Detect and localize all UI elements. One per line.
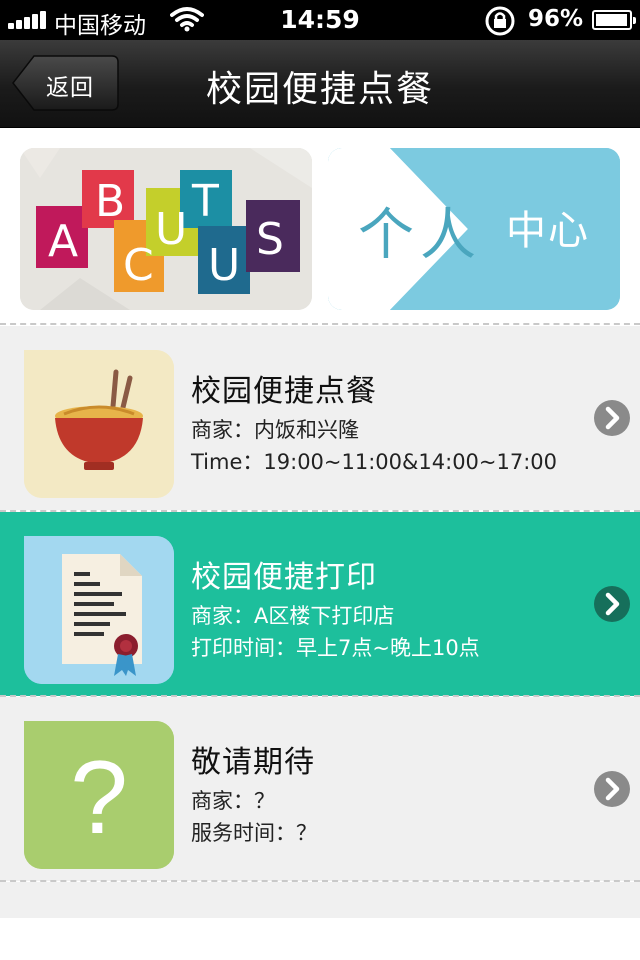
svg-text:S: S (256, 214, 284, 265)
item-title: 校园便捷点餐 (191, 374, 377, 409)
item-hours: Time：19:00~11:00&14:00~17:00 (191, 450, 558, 474)
item-merchant: 商家：内饭和兴隆 (191, 418, 359, 442)
divider (0, 323, 640, 325)
battery-percent: 96% (528, 6, 584, 32)
svg-text:U: U (155, 204, 187, 255)
svg-text:U: U (208, 240, 240, 291)
chevron-right-icon[interactable] (594, 586, 630, 622)
battery-icon (592, 10, 636, 30)
item-title: 校园便捷打印 (191, 560, 377, 595)
list-item-food-order[interactable]: 校园便捷点餐 商家：内饭和兴隆 Time：19:00~11:00&14:00~1… (0, 326, 640, 510)
personal-center-tile[interactable]: 个人 中心 (328, 148, 620, 310)
rotation-lock-icon (484, 5, 516, 37)
item-merchant: 商家：A区楼下打印店 (191, 604, 395, 628)
banner: A B C U T U S 个人 中心 (0, 128, 640, 324)
chevron-right-icon[interactable] (594, 400, 630, 436)
item-title: 敬请期待 (191, 745, 315, 780)
item-hours: 打印时间：早上7点~晚上10点 (191, 636, 480, 660)
chevron-right-icon[interactable] (594, 771, 630, 807)
navigation-bar: 返回 校园便捷点餐 (0, 40, 640, 128)
list-item-coming-soon[interactable]: ? 敬请期待 商家：？ 服务时间：？ (0, 697, 640, 881)
svg-text:T: T (191, 176, 219, 227)
abcutus-logo: A B C U T U S (20, 148, 312, 310)
personal-center-big-text: 个人 (358, 203, 482, 268)
question-mark-icon: ? (24, 721, 174, 869)
noodle-bowl-icon (24, 350, 174, 498)
list-item-print[interactable]: 校园便捷打印 商家：A区楼下打印店 打印时间：早上7点~晚上10点 (0, 512, 640, 696)
svg-text:C: C (123, 240, 154, 291)
document-certificate-icon (24, 536, 174, 684)
logo-tile[interactable]: A B C U T U S (20, 148, 312, 310)
item-merchant: 商家：？ (191, 789, 275, 813)
page-title: 校园便捷点餐 (205, 69, 434, 110)
svg-text:A: A (48, 216, 78, 267)
svg-text:?: ? (70, 740, 128, 856)
svg-text:B: B (95, 176, 125, 227)
item-hours: 服务时间：？ (191, 821, 317, 845)
list-footer (0, 882, 640, 918)
personal-center-text: 中心 (506, 208, 590, 254)
status-bar: 中国移动 14:59 96% (0, 0, 640, 40)
